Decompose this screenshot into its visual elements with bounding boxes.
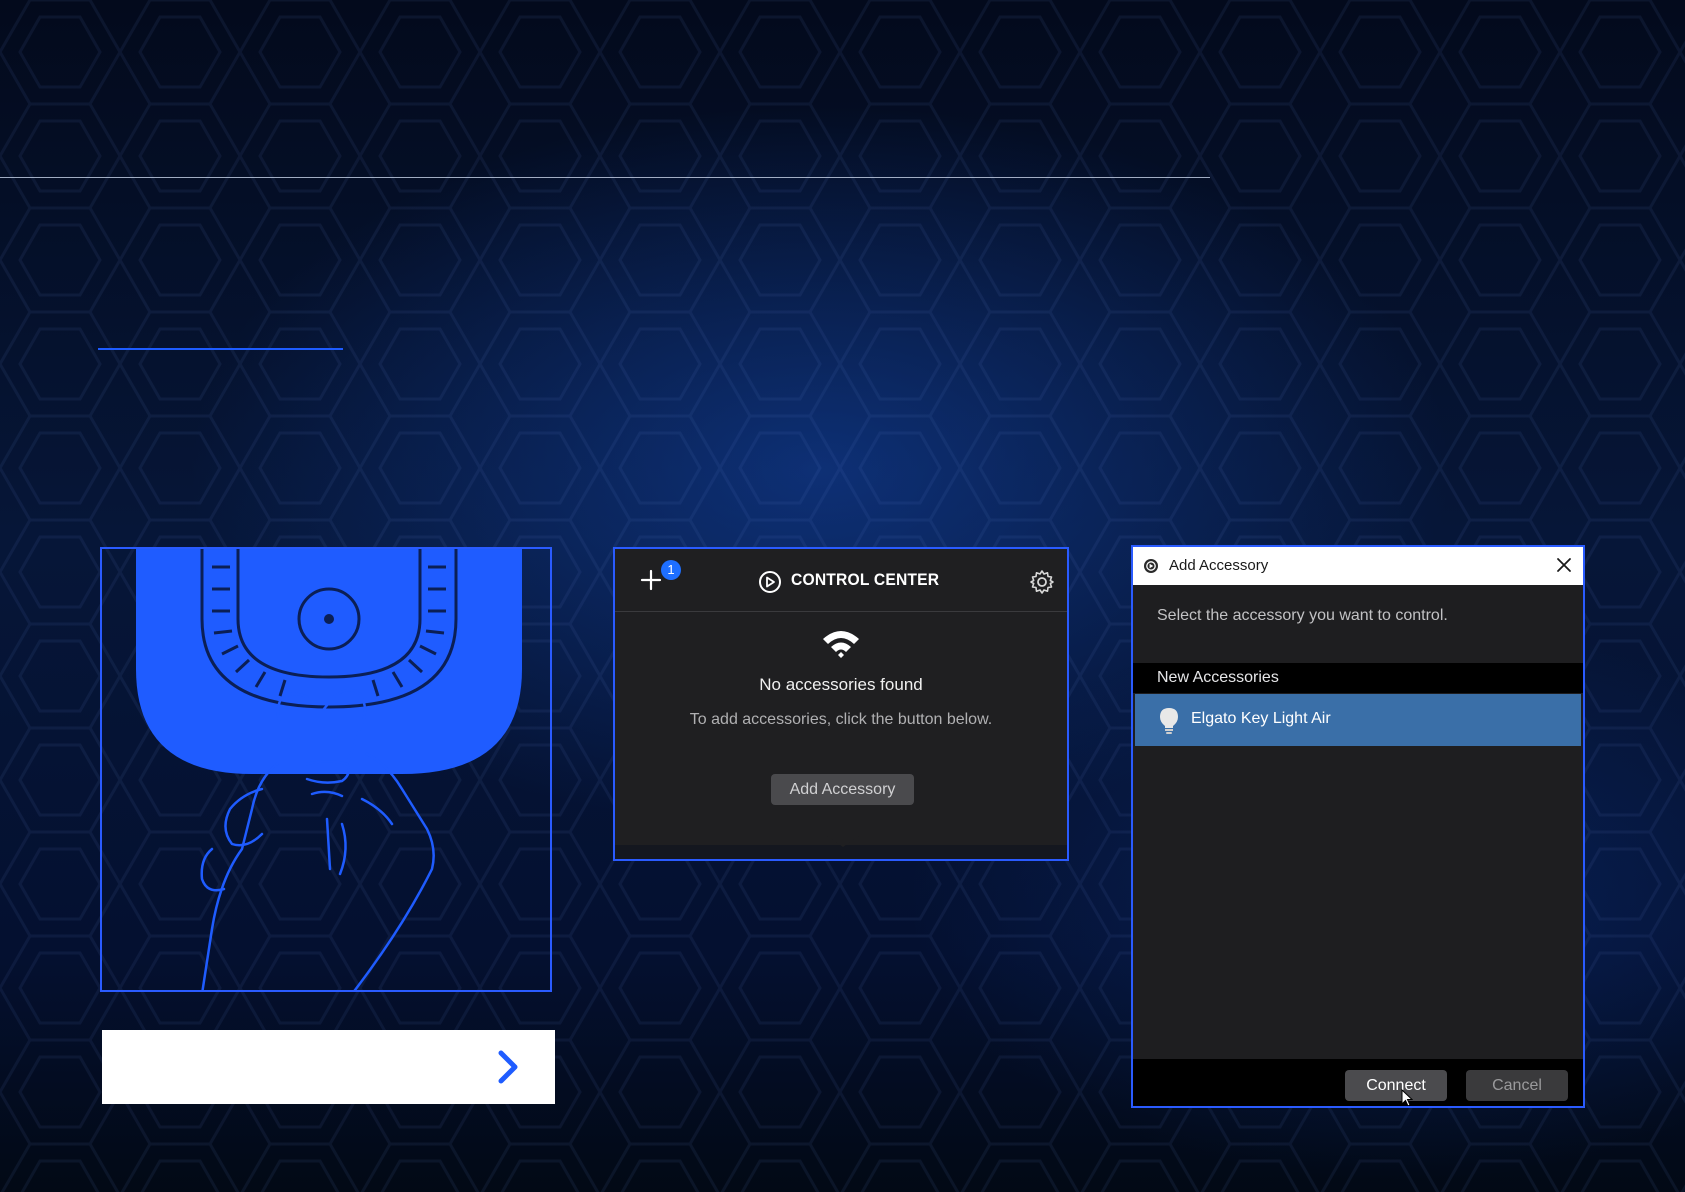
section-header: New Accessories bbox=[1133, 663, 1583, 693]
cancel-button[interactable]: Cancel bbox=[1466, 1070, 1568, 1101]
control-center-footer bbox=[615, 845, 1067, 859]
top-divider bbox=[0, 177, 1210, 178]
section-header-label: New Accessories bbox=[1157, 669, 1279, 686]
wifi-icon bbox=[823, 631, 859, 658]
connect-button[interactable]: Connect bbox=[1345, 1070, 1447, 1101]
dialog-prompt: Select the accessory you want to control… bbox=[1157, 607, 1448, 624]
list-item[interactable]: Elgato Key Light Air bbox=[1135, 694, 1581, 746]
empty-state-hint: To add accessories, click the button bel… bbox=[689, 711, 993, 728]
accent-underline bbox=[98, 348, 343, 350]
control-center-header: 1 CONTROL CENTER bbox=[615, 549, 1067, 612]
gear-icon[interactable] bbox=[1029, 569, 1055, 595]
illustration-panel bbox=[100, 547, 552, 992]
empty-state-title: No accessories found bbox=[759, 675, 923, 694]
add-accessory-dialog: Add Accessory Select the accessory you w… bbox=[1131, 545, 1585, 1108]
chevron-right-icon bbox=[498, 1050, 518, 1084]
control-center-title: CONTROL CENTER bbox=[791, 570, 940, 589]
hand-pressing-button-illustration bbox=[136, 549, 522, 990]
dialog-footer: Connect Cancel bbox=[1133, 1059, 1583, 1106]
control-center-window: 1 CONTROL CENTER No accessories found To… bbox=[613, 547, 1069, 861]
dialog-title: Add Accessory bbox=[1169, 557, 1269, 574]
mouse-cursor-icon bbox=[1401, 1089, 1413, 1106]
popover-notch bbox=[826, 835, 860, 847]
list-item-label: Elgato Key Light Air bbox=[1191, 710, 1331, 727]
lightbulb-icon bbox=[1160, 708, 1178, 734]
learn-more-link-bar[interactable] bbox=[102, 1030, 555, 1104]
close-icon[interactable] bbox=[1555, 556, 1573, 574]
notification-badge: 1 bbox=[661, 560, 681, 580]
elgato-logo-icon bbox=[1144, 559, 1158, 573]
add-accessory-button[interactable]: Add Accessory bbox=[771, 774, 914, 805]
dialog-titlebar: Add Accessory bbox=[1133, 547, 1583, 585]
elgato-logo-icon bbox=[759, 571, 781, 593]
plus-icon[interactable] bbox=[640, 569, 662, 591]
